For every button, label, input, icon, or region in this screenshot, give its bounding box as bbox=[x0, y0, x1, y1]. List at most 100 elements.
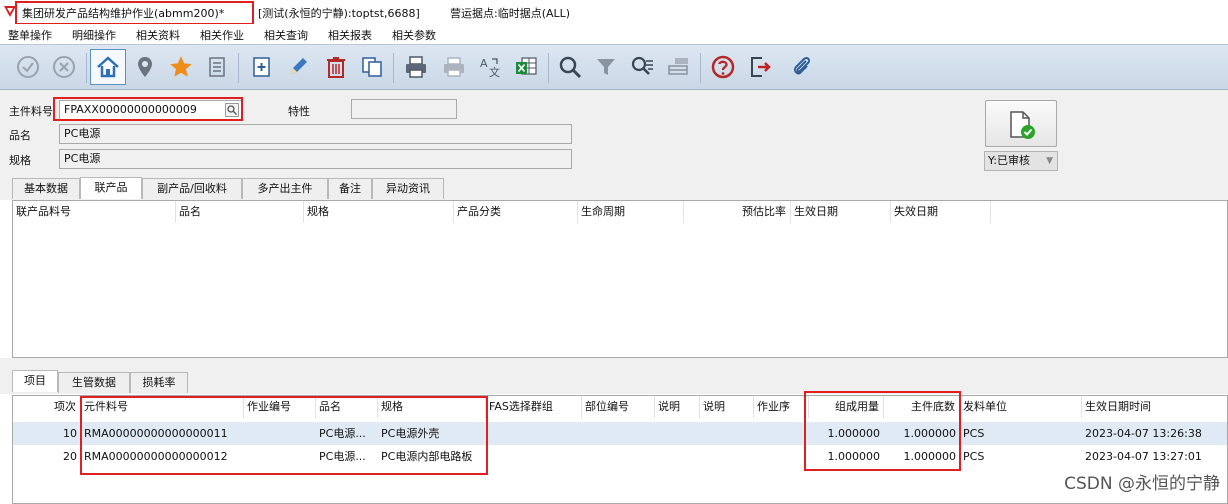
status-button[interactable] bbox=[985, 100, 1057, 147]
menu-related-jobs[interactable]: 相关作业 bbox=[200, 27, 244, 43]
confirm-button[interactable] bbox=[12, 51, 44, 83]
status-dropdown[interactable]: Y:已审核 ▼ bbox=[984, 151, 1058, 171]
col-header-lifecycle[interactable]: 生命周期 bbox=[578, 201, 684, 223]
toolbar-separator bbox=[700, 53, 701, 83]
tab-remarks[interactable]: 备注 bbox=[328, 178, 372, 199]
menu-related-reports[interactable]: 相关报表 bbox=[328, 27, 372, 43]
col-header-desc-2[interactable]: 说明 bbox=[700, 396, 754, 418]
co-product-grid: 联产品料号 品名 规格 产品分类 生命周期 预估比率 生效日期 失效日期 bbox=[12, 200, 1228, 358]
copy-button[interactable] bbox=[356, 51, 388, 83]
exit-icon bbox=[751, 57, 771, 77]
col-header-name[interactable]: 品名 bbox=[176, 201, 304, 223]
col-header-seq[interactable]: 项次 bbox=[13, 396, 81, 418]
environment-label: [测试(永恒的宁静):toptst,6688] bbox=[258, 7, 420, 20]
menu-document-ops[interactable]: 整单操作 bbox=[8, 27, 52, 43]
main-item-label: 主件料号 bbox=[9, 105, 53, 118]
search-button[interactable] bbox=[554, 51, 586, 83]
highlight-box-main-item bbox=[53, 97, 243, 121]
menu-related-params[interactable]: 相关参数 bbox=[392, 27, 436, 43]
col-header-fas-group[interactable]: FAS选择群组 bbox=[486, 396, 582, 418]
add-button[interactable] bbox=[246, 51, 278, 83]
col-header-product-class[interactable]: 产品分类 bbox=[454, 201, 578, 223]
col-header-effective-datetime[interactable]: 生效日期时间 bbox=[1082, 396, 1228, 418]
tab-basic-data[interactable]: 基本数据 bbox=[12, 178, 80, 199]
menu-related-query[interactable]: 相关查询 bbox=[264, 27, 308, 43]
add-icon bbox=[253, 57, 270, 77]
col-header-effective-date[interactable]: 生效日期 bbox=[791, 201, 891, 223]
col-header-op-seq[interactable]: 作业序 bbox=[754, 396, 809, 418]
edit-button[interactable] bbox=[282, 51, 314, 83]
app-title: 集团研发产品结构维护作业(abmm200)* bbox=[22, 7, 225, 20]
location-pin-icon bbox=[138, 57, 152, 77]
toolbar: A文 bbox=[0, 44, 1228, 90]
toolbar-separator bbox=[393, 53, 394, 83]
delete-button[interactable] bbox=[320, 51, 352, 83]
item-name-label: 品名 bbox=[9, 129, 31, 142]
site-label: 营运据点:临时据点(ALL) bbox=[450, 7, 571, 20]
menu-related-data[interactable]: 相关资料 bbox=[136, 27, 180, 43]
translate-button[interactable]: A文 bbox=[474, 51, 506, 83]
print-preview-icon bbox=[444, 57, 464, 77]
cell-seq: 10 bbox=[63, 427, 77, 440]
print-icon bbox=[406, 56, 426, 78]
cell-effective-datetime: 2023-04-07 13:27:01 bbox=[1085, 450, 1202, 463]
favorite-button[interactable] bbox=[165, 51, 197, 83]
col-header-issue-unit[interactable]: 发料单位 bbox=[960, 396, 1082, 418]
list-icon bbox=[209, 57, 225, 77]
col-header-desc-1[interactable]: 说明 bbox=[655, 396, 700, 418]
menu-detail-ops[interactable]: 明细操作 bbox=[72, 27, 116, 43]
tab-multi-output[interactable]: 多产出主件 bbox=[242, 178, 328, 199]
item-name-field[interactable]: PC电源 bbox=[59, 124, 572, 144]
title-bar: 集团研发产品结构维护作业(abmm200)* [测试(永恒的宁静):toptst… bbox=[0, 0, 1228, 25]
cell-part-no bbox=[582, 422, 655, 445]
cell-desc-1 bbox=[655, 422, 700, 445]
status-value: Y:已审核 bbox=[988, 154, 1030, 167]
tray-button[interactable] bbox=[662, 51, 694, 83]
star-icon bbox=[170, 56, 192, 77]
tab-by-product[interactable]: 副产品/回收料 bbox=[142, 178, 242, 199]
tray-icon bbox=[668, 58, 688, 75]
col-header-expiry-date[interactable]: 失效日期 bbox=[891, 201, 991, 223]
highlight-box-quantities bbox=[804, 391, 961, 471]
spec-field[interactable]: PC电源 bbox=[59, 149, 572, 169]
col-header-co-product-no[interactable]: 联产品料号 bbox=[13, 201, 176, 223]
col-header-part-no[interactable]: 部位编号 bbox=[582, 396, 655, 418]
print-preview-button[interactable] bbox=[438, 51, 470, 83]
help-icon bbox=[711, 55, 735, 79]
cell-issue-unit: PCS bbox=[963, 450, 985, 463]
toolbar-separator bbox=[238, 53, 239, 83]
tab-loss-rate[interactable]: 损耗率 bbox=[130, 372, 188, 393]
tab-items[interactable]: 项目 bbox=[12, 370, 58, 392]
location-button[interactable] bbox=[129, 51, 161, 83]
spec-label: 规格 bbox=[9, 154, 31, 167]
attachment-button[interactable] bbox=[786, 51, 818, 83]
excel-export-icon bbox=[516, 57, 537, 75]
cancel-button[interactable] bbox=[48, 51, 80, 83]
list-button[interactable] bbox=[201, 51, 233, 83]
col-header-spec[interactable]: 规格 bbox=[304, 201, 454, 223]
feature-input[interactable] bbox=[351, 99, 457, 119]
chevron-down-icon: ▼ bbox=[1046, 156, 1053, 166]
print-button[interactable] bbox=[400, 51, 432, 83]
col-header-est-ratio[interactable]: 预估比率 bbox=[684, 201, 791, 223]
cell-issue-unit: PCS bbox=[963, 427, 985, 440]
home-button[interactable] bbox=[90, 49, 126, 85]
top-tab-bar: 基本数据 联产品 副产品/回收料 多产出主件 备注 异动资讯 bbox=[0, 176, 1228, 200]
menu-bar: 整单操作 明细操作 相关资料 相关作业 相关查询 相关报表 相关参数 bbox=[0, 24, 1228, 44]
edit-pencil-icon bbox=[291, 58, 307, 74]
tab-production-data[interactable]: 生管数据 bbox=[58, 372, 130, 393]
splitter[interactable] bbox=[0, 358, 1228, 368]
help-button[interactable] bbox=[707, 51, 739, 83]
advanced-search-button[interactable] bbox=[626, 51, 658, 83]
cell-desc-1 bbox=[655, 445, 700, 468]
excel-export-button[interactable] bbox=[510, 51, 542, 83]
tab-change-info[interactable]: 异动资讯 bbox=[372, 178, 444, 199]
bottom-tab-bar: 项目 生管数据 损耗率 bbox=[0, 368, 1228, 394]
copy-icon bbox=[362, 57, 382, 77]
filter-button[interactable] bbox=[590, 51, 622, 83]
exit-button[interactable] bbox=[744, 51, 776, 83]
cell-seq: 20 bbox=[63, 450, 77, 463]
toolbar-separator bbox=[86, 53, 87, 83]
tab-co-product[interactable]: 联产品 bbox=[80, 177, 142, 199]
watermark: CSDN @永恒的宁静 bbox=[1064, 474, 1220, 494]
